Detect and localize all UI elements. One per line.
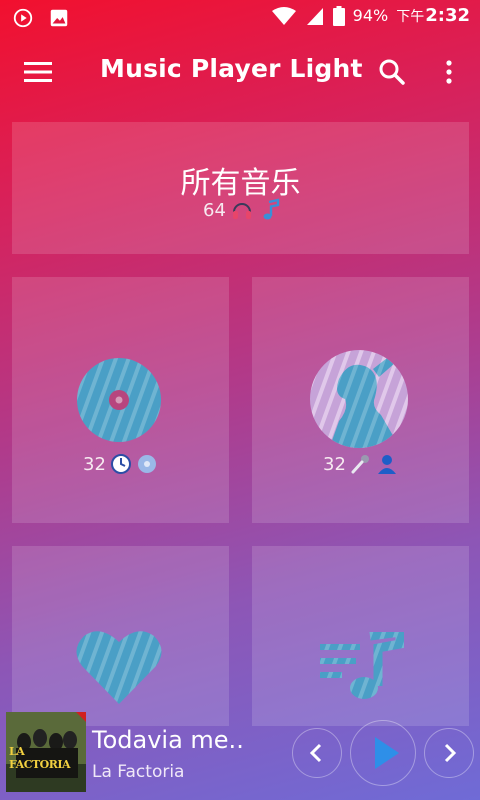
wifi-icon [271, 6, 296, 25]
search-icon[interactable] [372, 52, 412, 92]
artist-avatar-icon [310, 350, 408, 448]
track-artist: La Factoria [92, 762, 185, 782]
clock-prefix: 下午 [396, 9, 425, 25]
playlists-card[interactable] [252, 546, 469, 726]
albums-card[interactable] [12, 277, 229, 523]
albums-count-row: 32 [83, 453, 158, 475]
clock-icon [110, 454, 131, 474]
image-notification-icon [50, 9, 68, 27]
artists-count: 32 [323, 453, 346, 475]
vinyl-disc-icon [77, 358, 161, 442]
playlist-icon [320, 632, 404, 699]
hamburger-menu-icon[interactable] [18, 52, 58, 92]
play-button[interactable] [350, 720, 416, 786]
play-icon [375, 737, 399, 769]
more-options-icon[interactable] [434, 52, 464, 92]
music-note-icon [263, 198, 280, 220]
albums-count: 32 [83, 453, 106, 475]
disc-icon [137, 455, 156, 473]
chevron-right-icon [444, 743, 457, 763]
battery-icon [332, 5, 345, 26]
artists-card[interactable] [252, 277, 469, 523]
signal-icon [306, 7, 323, 25]
clock: 下午2:32 [396, 5, 470, 26]
album-art[interactable]: LA FACTORIA [6, 712, 86, 792]
person-icon [377, 455, 396, 474]
previous-button[interactable] [292, 728, 342, 778]
chevron-left-icon [309, 743, 322, 763]
album-art-text: LA FACTORIA [9, 745, 71, 771]
battery-percentage: 94% [352, 6, 389, 25]
now-playing-bar[interactable]: LA FACTORIA Todavia me.. La Factoria [0, 704, 480, 800]
app-bar: Music Player Light [0, 34, 480, 110]
all-music-count: 64 [203, 199, 226, 221]
all-music-card[interactable]: 所有音乐 [12, 122, 469, 254]
heart-icon [76, 631, 162, 704]
next-button[interactable] [424, 728, 474, 778]
track-title: Todavia me.. [92, 726, 244, 754]
all-music-label: 所有音乐 [180, 166, 301, 201]
favorites-card[interactable] [12, 546, 229, 726]
artists-count-row: 32 [323, 453, 398, 475]
headphones-icon [232, 203, 251, 219]
all-music-count-row: 64 [203, 198, 282, 222]
clock-time: 2:32 [425, 5, 470, 26]
app-title: Music Player Light [100, 54, 363, 83]
microphone-icon [351, 455, 369, 474]
play-store-notification-icon [13, 8, 33, 28]
status-bar: 94% 下午2:32 [0, 0, 480, 34]
